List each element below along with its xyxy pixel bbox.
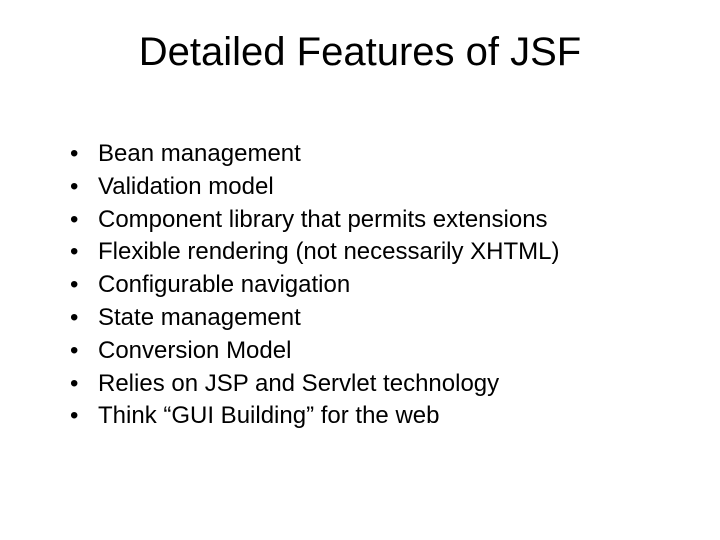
list-item: • Validation model xyxy=(70,173,660,202)
bullet-icon: • xyxy=(70,337,98,366)
list-item-text: Conversion Model xyxy=(98,337,660,366)
bullet-icon: • xyxy=(70,370,98,399)
list-item: • Bean management xyxy=(70,140,660,169)
slide-title: Detailed Features of JSF xyxy=(0,30,720,75)
list-item-text: Bean management xyxy=(98,140,660,169)
list-item: • Component library that permits extensi… xyxy=(70,206,660,235)
list-item-text: Relies on JSP and Servlet technology xyxy=(98,370,660,399)
bullet-icon: • xyxy=(70,402,98,431)
bullet-icon: • xyxy=(70,140,98,169)
list-item: • State management xyxy=(70,304,660,333)
list-item-text: Configurable navigation xyxy=(98,271,660,300)
list-item: • Think “GUI Building” for the web xyxy=(70,402,660,431)
list-item: • Conversion Model xyxy=(70,337,660,366)
list-item-text: Component library that permits extension… xyxy=(98,206,660,235)
bullet-icon: • xyxy=(70,238,98,267)
list-item-text: Think “GUI Building” for the web xyxy=(98,402,660,431)
list-item-text: Validation model xyxy=(98,173,660,202)
list-item: • Configurable navigation xyxy=(70,271,660,300)
list-item: • Relies on JSP and Servlet technology xyxy=(70,370,660,399)
bullet-icon: • xyxy=(70,206,98,235)
list-item: • Flexible rendering (not necessarily XH… xyxy=(70,238,660,267)
slide: Detailed Features of JSF • Bean manageme… xyxy=(0,0,720,540)
bullet-icon: • xyxy=(70,173,98,202)
list-item-text: Flexible rendering (not necessarily XHTM… xyxy=(98,238,660,267)
bullet-icon: • xyxy=(70,304,98,333)
list-item-text: State management xyxy=(98,304,660,333)
bullet-icon: • xyxy=(70,271,98,300)
bullet-list: • Bean management • Validation model • C… xyxy=(70,140,660,435)
